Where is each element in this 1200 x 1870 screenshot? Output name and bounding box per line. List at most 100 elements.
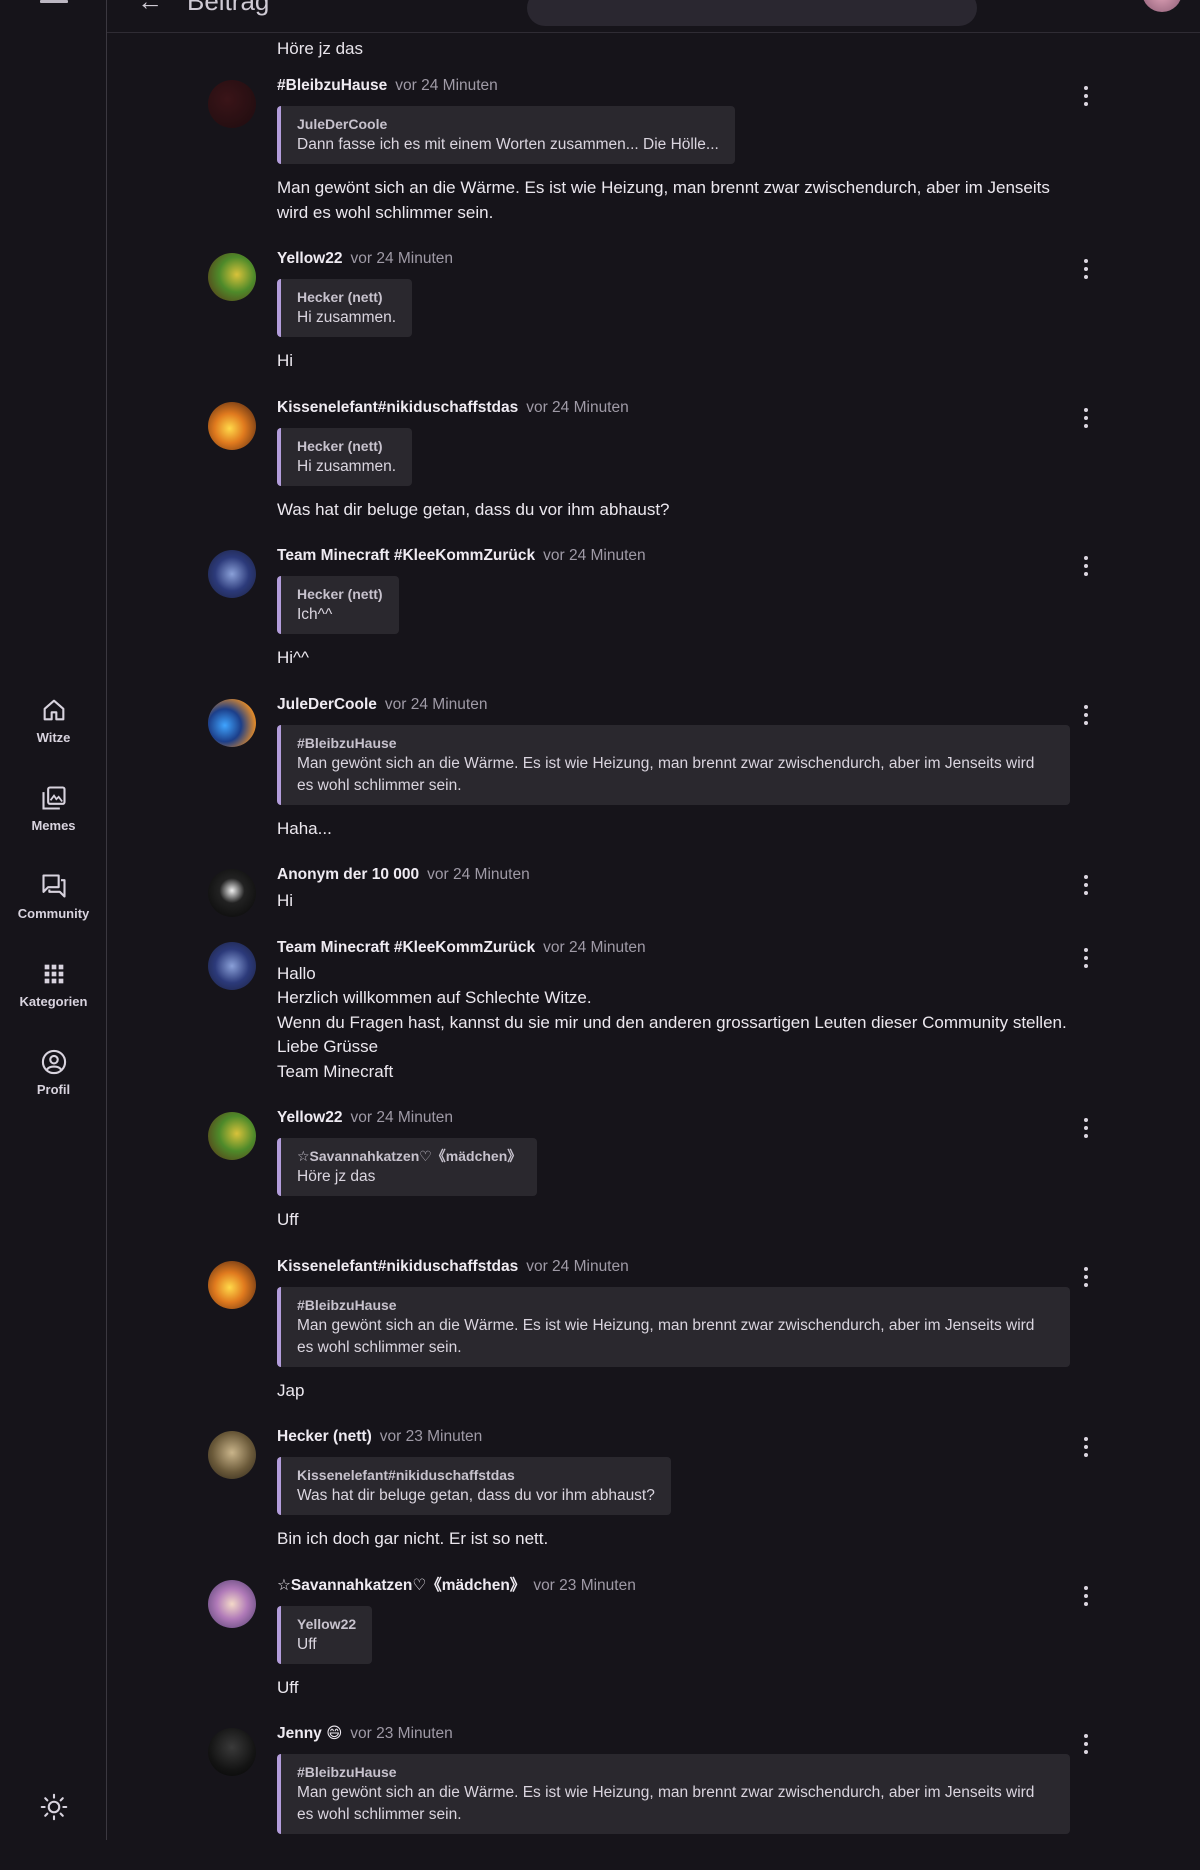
message-line: Man gewönt sich an die Wärme. Es ist wie… (277, 178, 1050, 197)
message-item: Yellow22 vor 24 Minuten Hecker (nett) Hi zu… (107, 249, 1200, 374)
message-line: Bin ich doch gar nicht. Er ist so nett. (277, 1529, 549, 1548)
nav-item-community[interactable]: Community (0, 872, 107, 921)
quoted-author: Hecker (nett) (297, 437, 383, 454)
author-name[interactable]: JuleDerCoole (277, 696, 377, 713)
message-text: Was hat dir beluge getan, dass du vor ih… (277, 498, 1070, 523)
sun-icon[interactable] (40, 1793, 68, 1821)
avatar[interactable] (1142, 0, 1182, 12)
apps-grid-icon (44, 964, 63, 984)
author-name[interactable]: Yellow22 (277, 250, 342, 267)
message-item: JuleDerCoole vor 24 Minuten #BleibzuHause M… (107, 695, 1200, 842)
author-name[interactable]: #BleibzuHause (277, 77, 387, 94)
side-navigation: Witze Memes Community Kategorien Profil (0, 0, 107, 1840)
author-name[interactable]: Jenny 😄 (277, 1725, 342, 1742)
back-arrow-icon[interactable]: ← (137, 0, 163, 17)
timestamp: vor 23 Minuten (379, 1428, 483, 1445)
quoted-reply[interactable]: Kissenelefant#nikiduschaffstdas Was hat d… (277, 1457, 671, 1515)
avatar[interactable] (208, 80, 256, 128)
more-options-icon[interactable] (1084, 259, 1090, 279)
avatar[interactable] (208, 253, 256, 301)
nav-label: Memes (31, 818, 76, 833)
quoted-author: Hecker (nett) (297, 289, 383, 305)
avatar[interactable] (208, 1728, 256, 1776)
avatar[interactable] (208, 401, 256, 450)
more-options-icon[interactable] (1084, 86, 1090, 106)
message-item: Team Minecraft #KleeKommZurück vor 24 Min… (107, 938, 1200, 1085)
message-header: Kissenelefant#nikiduschaffstdas vor 24 Mi… (277, 1257, 1070, 1277)
home-icon (43, 699, 64, 721)
quoted-text: Hi zusammen. (297, 309, 397, 326)
quoted-text: Höre jz das (297, 1168, 376, 1185)
timestamp: vor 24 Minuten (543, 938, 646, 956)
message-text: Hallo Herzlich willkommen auf Schlechte W… (277, 962, 1070, 1085)
quoted-reply[interactable]: Yellow22 Uff (277, 1605, 373, 1664)
avatar[interactable] (208, 1260, 256, 1309)
author-name[interactable]: Yellow22 (277, 1109, 342, 1126)
message-text: Hi (277, 349, 1070, 374)
author-name[interactable]: Anonym der 10 000 (277, 866, 419, 883)
menu-icon[interactable] (40, 0, 68, 3)
nav-item-kategorien[interactable]: Kategorien (0, 960, 107, 1009)
nav-item-profil[interactable]: Profil (0, 1048, 107, 1097)
message-line: wird es wohl schlimmer sein. (277, 202, 494, 222)
message-header: Anonym der 10 000 vor 24 Minuten (277, 865, 1070, 885)
more-options-icon[interactable] (1084, 1585, 1090, 1606)
more-options-icon[interactable] (1084, 1118, 1090, 1138)
more-options-icon[interactable] (1084, 1734, 1090, 1754)
avatar[interactable] (208, 698, 256, 747)
timestamp: vor 24 Minuten (350, 250, 454, 267)
timestamp: vor 24 Minuten (543, 547, 646, 564)
message-text: Jap (277, 1379, 1070, 1404)
timestamp: vor 23 Minuten (350, 1725, 453, 1742)
quoted-reply[interactable]: JuleDerCoole Dann fasse ich es mit einem … (277, 106, 735, 164)
quoted-text: Man gewönt sich an die Wärme. Es ist wie… (297, 754, 1035, 794)
message-text: Bin ich doch gar nicht. Er ist so nett. (277, 1527, 1070, 1552)
author-name[interactable]: Kissenelefant#nikiduschaffstdas (277, 1258, 518, 1275)
more-options-icon[interactable] (1084, 556, 1090, 576)
more-options-icon[interactable] (1084, 704, 1090, 725)
message-header: Yellow22 vor 24 Minuten (277, 249, 1070, 269)
avatar[interactable] (208, 941, 256, 990)
quoted-reply[interactable]: Hecker (nett) Ich^^ (277, 576, 399, 634)
timestamp: vor 24 Minuten (384, 695, 488, 713)
message-text: Hi^^ (277, 646, 1070, 671)
message-line: Hallo (277, 963, 316, 983)
quoted-reply[interactable]: Hecker (nett) Hi zusammen. (277, 279, 413, 337)
more-options-icon[interactable] (1084, 407, 1090, 428)
nav-item-witze[interactable]: Witze (0, 696, 107, 745)
nav-label: Kategorien (19, 994, 88, 1009)
author-name[interactable]: Kissenelefant#nikiduschaffstdas (277, 399, 518, 416)
message-text: Uff (277, 1676, 1070, 1701)
message-line: Was hat dir beluge getan, dass du vor ih… (277, 499, 670, 519)
timestamp: vor 24 Minuten (526, 398, 629, 416)
author-name[interactable]: Team Minecraft #KleeKommZurück (277, 547, 535, 564)
message-line: Liebe Grüsse (277, 1037, 379, 1056)
avatar[interactable] (208, 550, 256, 598)
more-options-icon[interactable] (1084, 1437, 1090, 1457)
quoted-reply[interactable]: Hecker (nett) Hi zusammen. (277, 427, 413, 486)
message-header: Hecker (nett) vor 23 Minuten (277, 1427, 1070, 1447)
more-options-icon[interactable] (1084, 875, 1090, 895)
message-item: Anonym der 10 000 vor 24 Minuten Hi (107, 865, 1200, 917)
forum-icon (41, 874, 66, 898)
quoted-reply[interactable]: #BleibzuHause Man gewönt sich an die Wärm… (277, 1286, 1070, 1367)
nav-label: Community (17, 906, 90, 921)
author-name[interactable]: Hecker (nett) (277, 1428, 372, 1445)
avatar[interactable] (208, 869, 256, 917)
quoted-reply[interactable]: #BleibzuHause Man gewönt sich an die Wärm… (277, 724, 1070, 805)
quoted-text: Ich^^ (297, 606, 333, 623)
nav-item-memes[interactable]: Memes (0, 784, 107, 833)
author-name[interactable]: ☆Savannahkatzen♡《mädchen》 (277, 1577, 525, 1594)
more-options-icon[interactable] (1084, 947, 1090, 968)
more-options-icon[interactable] (1084, 1266, 1090, 1287)
avatar[interactable] (208, 1579, 256, 1628)
search-bar[interactable] (527, 0, 977, 26)
avatar[interactable] (208, 1431, 256, 1479)
quoted-reply[interactable]: ☆Savannahkatzen♡《mädchen》 Höre jz das (277, 1138, 538, 1196)
quoted-text: Uff (297, 1635, 317, 1653)
quoted-author: ☆Savannahkatzen♡《mädchen》 (297, 1148, 522, 1164)
quoted-reply[interactable]: #BleibzuHause Man gewönt sich an die Wärm… (277, 1754, 1070, 1834)
quoted-author: Hecker (nett) (297, 586, 383, 602)
avatar[interactable] (208, 1112, 256, 1160)
author-name[interactable]: Team Minecraft #KleeKommZurück (277, 939, 535, 956)
